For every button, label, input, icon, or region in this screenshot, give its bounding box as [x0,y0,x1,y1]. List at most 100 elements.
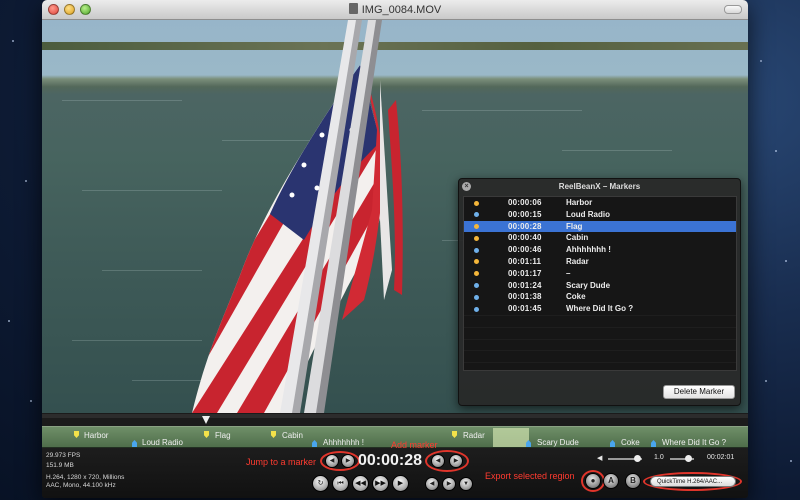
marker-time: 00:01:45 [508,304,542,314]
window-title: IMG_0084.MOV [361,4,442,16]
skip-to-start-icon[interactable]: ⏮ [332,475,349,492]
markers-panel-title: ReelBeanX – Markers [558,182,641,191]
step-forward-icon[interactable]: ▶ [442,477,456,491]
marker-name: Flag [566,221,583,231]
marker-time: 00:01:24 [508,280,542,290]
marker-color-icon [474,224,479,230]
timeline-marker-pin-icon[interactable] [651,440,656,447]
marker-down-icon[interactable]: ▼ [459,477,473,491]
marker-color-icon [474,259,479,265]
markers-panel: × ReelBeanX – Markers 00:00:06 Harbor 00:0… [458,178,741,406]
empty-row [464,362,736,370]
timeline-marker-pin-icon[interactable] [132,440,137,447]
duration-readout: 00:02:01 [707,454,735,461]
fast-forward-icon[interactable]: ▶▶ [372,475,389,492]
timeline-marker-pin-icon[interactable] [74,431,79,438]
zoom-window-icon[interactable] [80,4,91,15]
jump-annotation: Jump to a marker [246,457,317,467]
volume-knob[interactable] [634,455,641,462]
video-frame[interactable]: × ReelBeanX – Markers 00:00:06 Harbor 00:0… [42,20,748,413]
marker-color-icon [474,271,479,277]
rate-knob[interactable] [685,455,692,462]
marker-name: Where Did It Go ? [566,304,634,314]
step-back-icon[interactable]: ◀ [425,477,439,491]
minimize-window-icon[interactable] [64,4,75,15]
loop-icon[interactable]: ↻ [312,475,329,492]
marker-name: Harbor [566,198,593,207]
timeline-marker-pin-icon[interactable] [610,440,615,447]
marker-row[interactable]: 00:01:17 – [464,268,736,280]
marker-time: 00:00:28 [508,221,542,231]
empty-row [464,314,736,327]
close-window-icon[interactable] [48,4,59,15]
export-annotation: Export selected region [485,471,575,481]
rewind-icon[interactable]: ◀◀ [352,475,369,492]
marker-time: 00:00:15 [508,209,542,219]
marker-name: Coke [566,292,586,302]
marker-row[interactable]: 00:01:24 Scary Dude [464,280,736,292]
timeline-marker-label: Coke [621,438,640,447]
marker-name: Scary Dude [566,280,611,290]
marker-list[interactable]: 00:00:06 Harbor 00:00:15 Loud Radio 00:00:28… [463,196,737,371]
empty-row [464,350,736,362]
timeline-marker-label: Cabin [282,431,303,440]
marker-name: Ahhhhhhh ! [566,245,611,255]
timeline-marker-pin-icon[interactable] [452,431,457,438]
next-marker-icon[interactable]: ▶ [341,454,355,468]
marker-row[interactable]: 00:00:15 Loud Radio [464,209,736,221]
delete-marker-button[interactable]: Delete Marker [663,385,735,399]
export-region-icon[interactable]: ● [585,473,601,489]
fps-readout: 29.973 FPS [46,452,81,459]
selected-region[interactable] [493,428,529,447]
marker-row[interactable]: 00:00:40 Cabin [464,232,736,244]
playback-rate: 1.0 [654,454,664,461]
marker-time: 00:00:46 [508,245,542,255]
play-icon[interactable]: ▶ [392,475,409,492]
video-info: H.264, 1280 x 720, Millions [46,474,125,481]
marker-name: Cabin [566,233,589,243]
movie-file-icon [348,3,358,14]
timeline-marker-pin-icon[interactable] [204,431,209,438]
marker-color-icon [474,200,479,206]
marker-name: Loud Radio [566,209,610,219]
marker-row[interactable]: 00:00:28 Flag [464,220,736,233]
control-bar: 29.973 FPS 151.9 MB H.264, 1280 x 720, M… [42,440,748,498]
add-marker-in-icon[interactable]: ◀ [431,454,445,468]
marker-color-icon [474,212,479,218]
playhead-icon[interactable] [202,416,210,424]
marker-row[interactable]: 00:01:45 Where Did It Go ? [464,303,736,315]
marker-name: – [566,268,571,278]
marker-row[interactable]: 00:01:11 Radar [464,256,736,268]
markers-panel-title-bar[interactable]: × ReelBeanX – Markers [459,179,740,194]
current-timecode: 00:00:28 [358,452,423,469]
scrubber-track[interactable] [42,414,748,418]
previous-marker-icon[interactable]: ◀ [325,454,339,468]
marker-color-icon [474,306,479,312]
marker-time: 00:00:40 [508,233,542,243]
marker-row[interactable]: 00:00:46 Ahhhhhhh ! [464,244,736,256]
a-button[interactable]: A [603,473,619,489]
audio-info: AAC, Mono, 44.100 kHz [46,482,116,489]
marker-time: 00:00:06 [508,198,542,207]
empty-row [464,338,736,351]
marker-row[interactable]: 00:00:06 Harbor [464,197,736,209]
marker-color-icon [474,294,479,300]
add-marker-out-icon[interactable]: ▶ [449,454,463,468]
timeline-marker-label: Scary Dude [537,438,579,447]
marker-row[interactable]: 00:01:38 Coke [464,291,736,303]
timeline-marker-label: Loud Radio [142,438,183,447]
marker-color-icon [474,235,479,241]
timeline-marker-label: Ahhhhhhh ! [323,438,364,447]
empty-row [464,326,736,339]
close-panel-icon[interactable]: × [462,182,471,191]
marker-name: Radar [566,256,589,266]
file-size-readout: 151.9 MB [46,462,74,469]
b-button[interactable]: B [625,473,641,489]
timeline-marker-pin-icon[interactable] [271,431,276,438]
timeline-marker-pin-icon[interactable] [312,440,317,447]
timeline-marker-label: Radar [463,431,485,440]
toolbar-toggle-button[interactable] [724,5,742,14]
export-format-select[interactable]: QuickTime H.264/AAC... [650,476,736,487]
title-bar[interactable]: IMG_0084.MOV [42,0,748,20]
main-window: IMG_0084.MOV × ReelBeanX – Markers 00:00… [42,0,748,498]
